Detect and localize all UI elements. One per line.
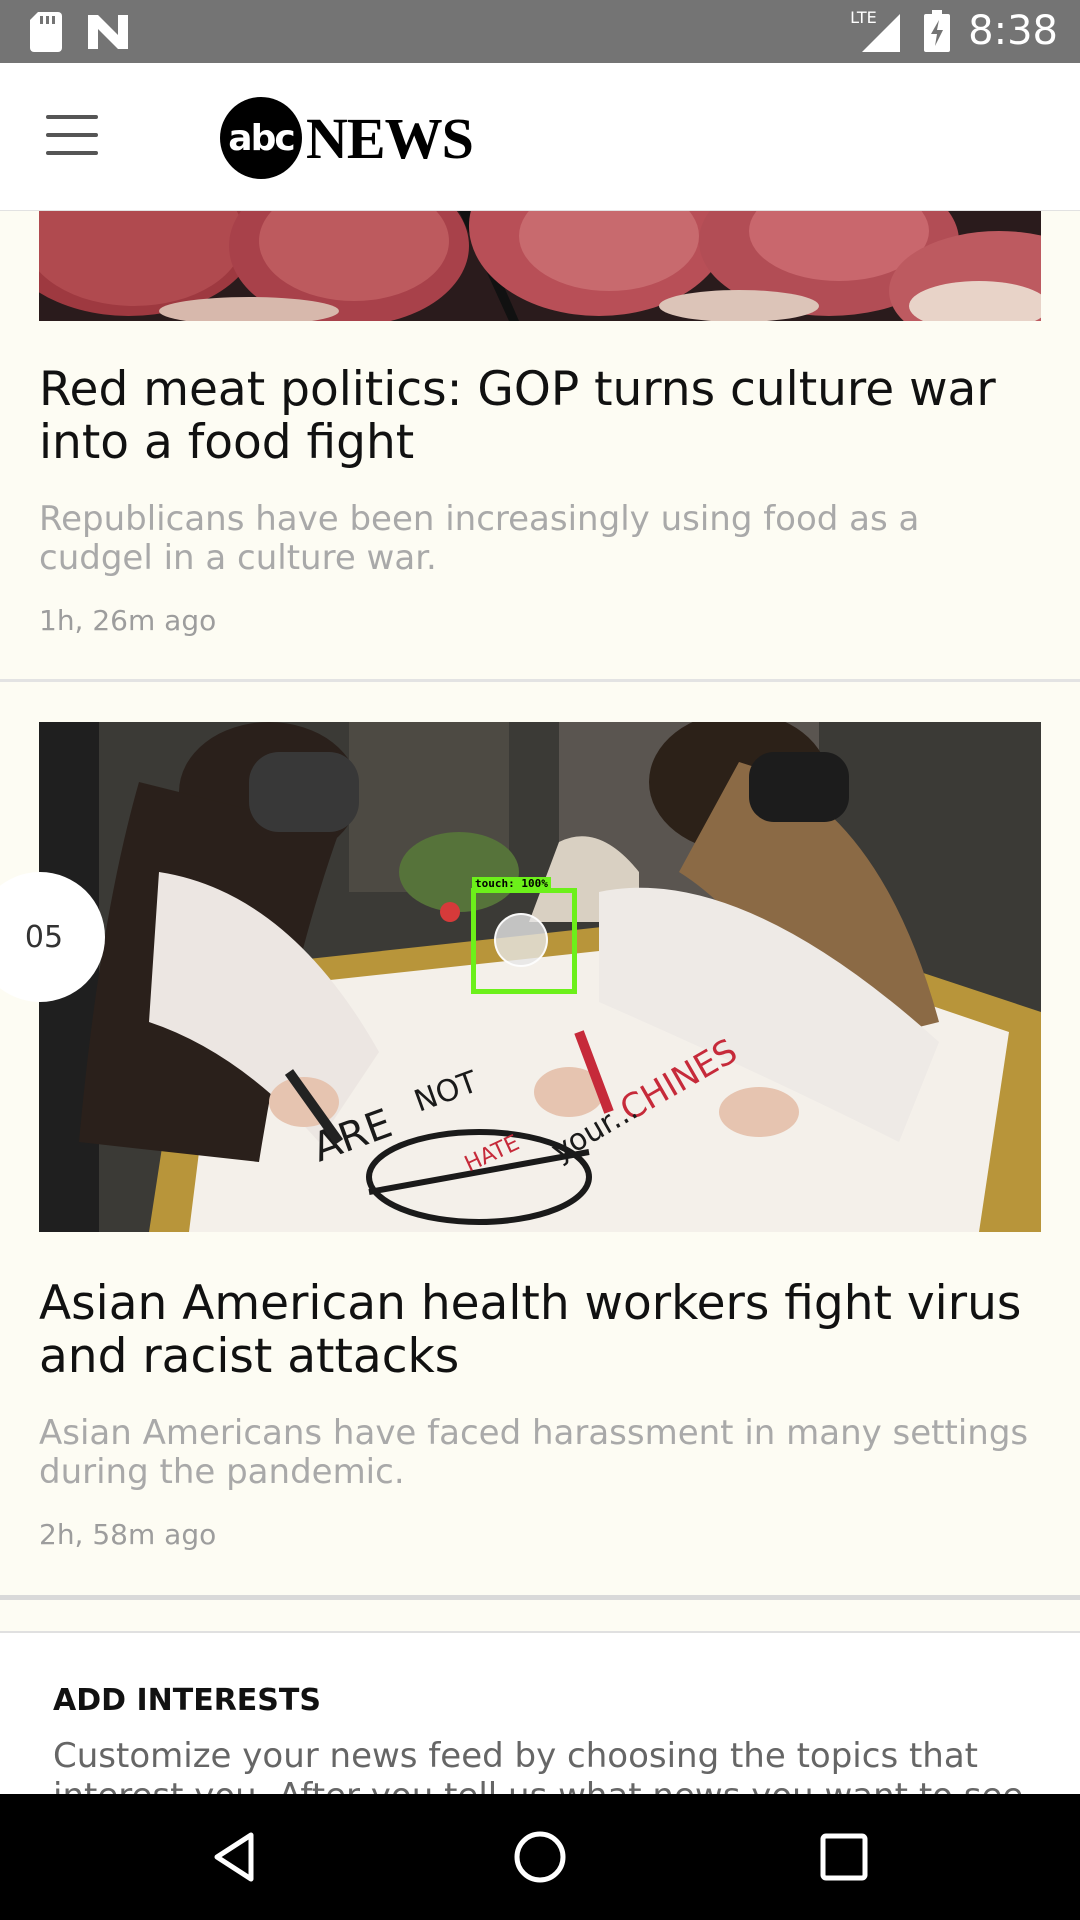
article-timestamp: 2h, 58m ago — [39, 1518, 217, 1551]
touch-highlight-label: touch: 100% — [472, 877, 551, 890]
article-summary: Asian Americans have faced harassment in… — [39, 1413, 1029, 1492]
add-interests-card[interactable]: ADD INTERESTS Customize your news feed b… — [0, 1631, 1080, 1794]
touch-highlight-box — [471, 888, 577, 994]
article-card[interactable]: Red meat politics: GOP turns culture war… — [0, 211, 1080, 679]
n-notification-icon — [88, 15, 128, 49]
hamburger-menu-icon[interactable] — [46, 115, 98, 155]
article-headline[interactable]: Asian American health workers fight viru… — [39, 1277, 1041, 1383]
sd-card-icon — [30, 12, 62, 52]
navigation-bar — [0, 1794, 1080, 1920]
news-logo-text: NEWS — [306, 105, 474, 171]
home-icon[interactable] — [510, 1827, 570, 1887]
article-summary: Republicans have been increasingly using… — [39, 499, 920, 578]
article-image[interactable] — [39, 211, 1041, 321]
add-interests-title: ADD INTERESTS — [53, 1683, 321, 1718]
news-feed[interactable]: Red meat politics: GOP turns culture war… — [0, 211, 1080, 1794]
status-bar: LTE 8:38 — [0, 0, 1080, 63]
article-timestamp: 1h, 26m ago — [39, 604, 217, 637]
back-icon[interactable] — [205, 1827, 265, 1887]
battery-charging-icon — [924, 10, 951, 52]
signal-icon — [862, 14, 901, 52]
app-bar: abc NEWS — [0, 63, 1080, 211]
article-headline[interactable]: Red meat politics: GOP turns culture war… — [39, 363, 1041, 469]
article-card[interactable]: ARE NOT CHINES your... HATE 05 touch: 10… — [0, 682, 1080, 1794]
recents-icon[interactable] — [814, 1827, 874, 1887]
clock: 8:38 — [968, 8, 1058, 54]
raw-steaks-image — [39, 211, 1041, 321]
abc-logo-circle: abc — [220, 97, 302, 179]
abc-news-logo[interactable]: abc NEWS — [220, 97, 474, 179]
divider — [0, 1595, 1080, 1600]
add-interests-description: Customize your news feed by choosing the… — [53, 1736, 1023, 1794]
